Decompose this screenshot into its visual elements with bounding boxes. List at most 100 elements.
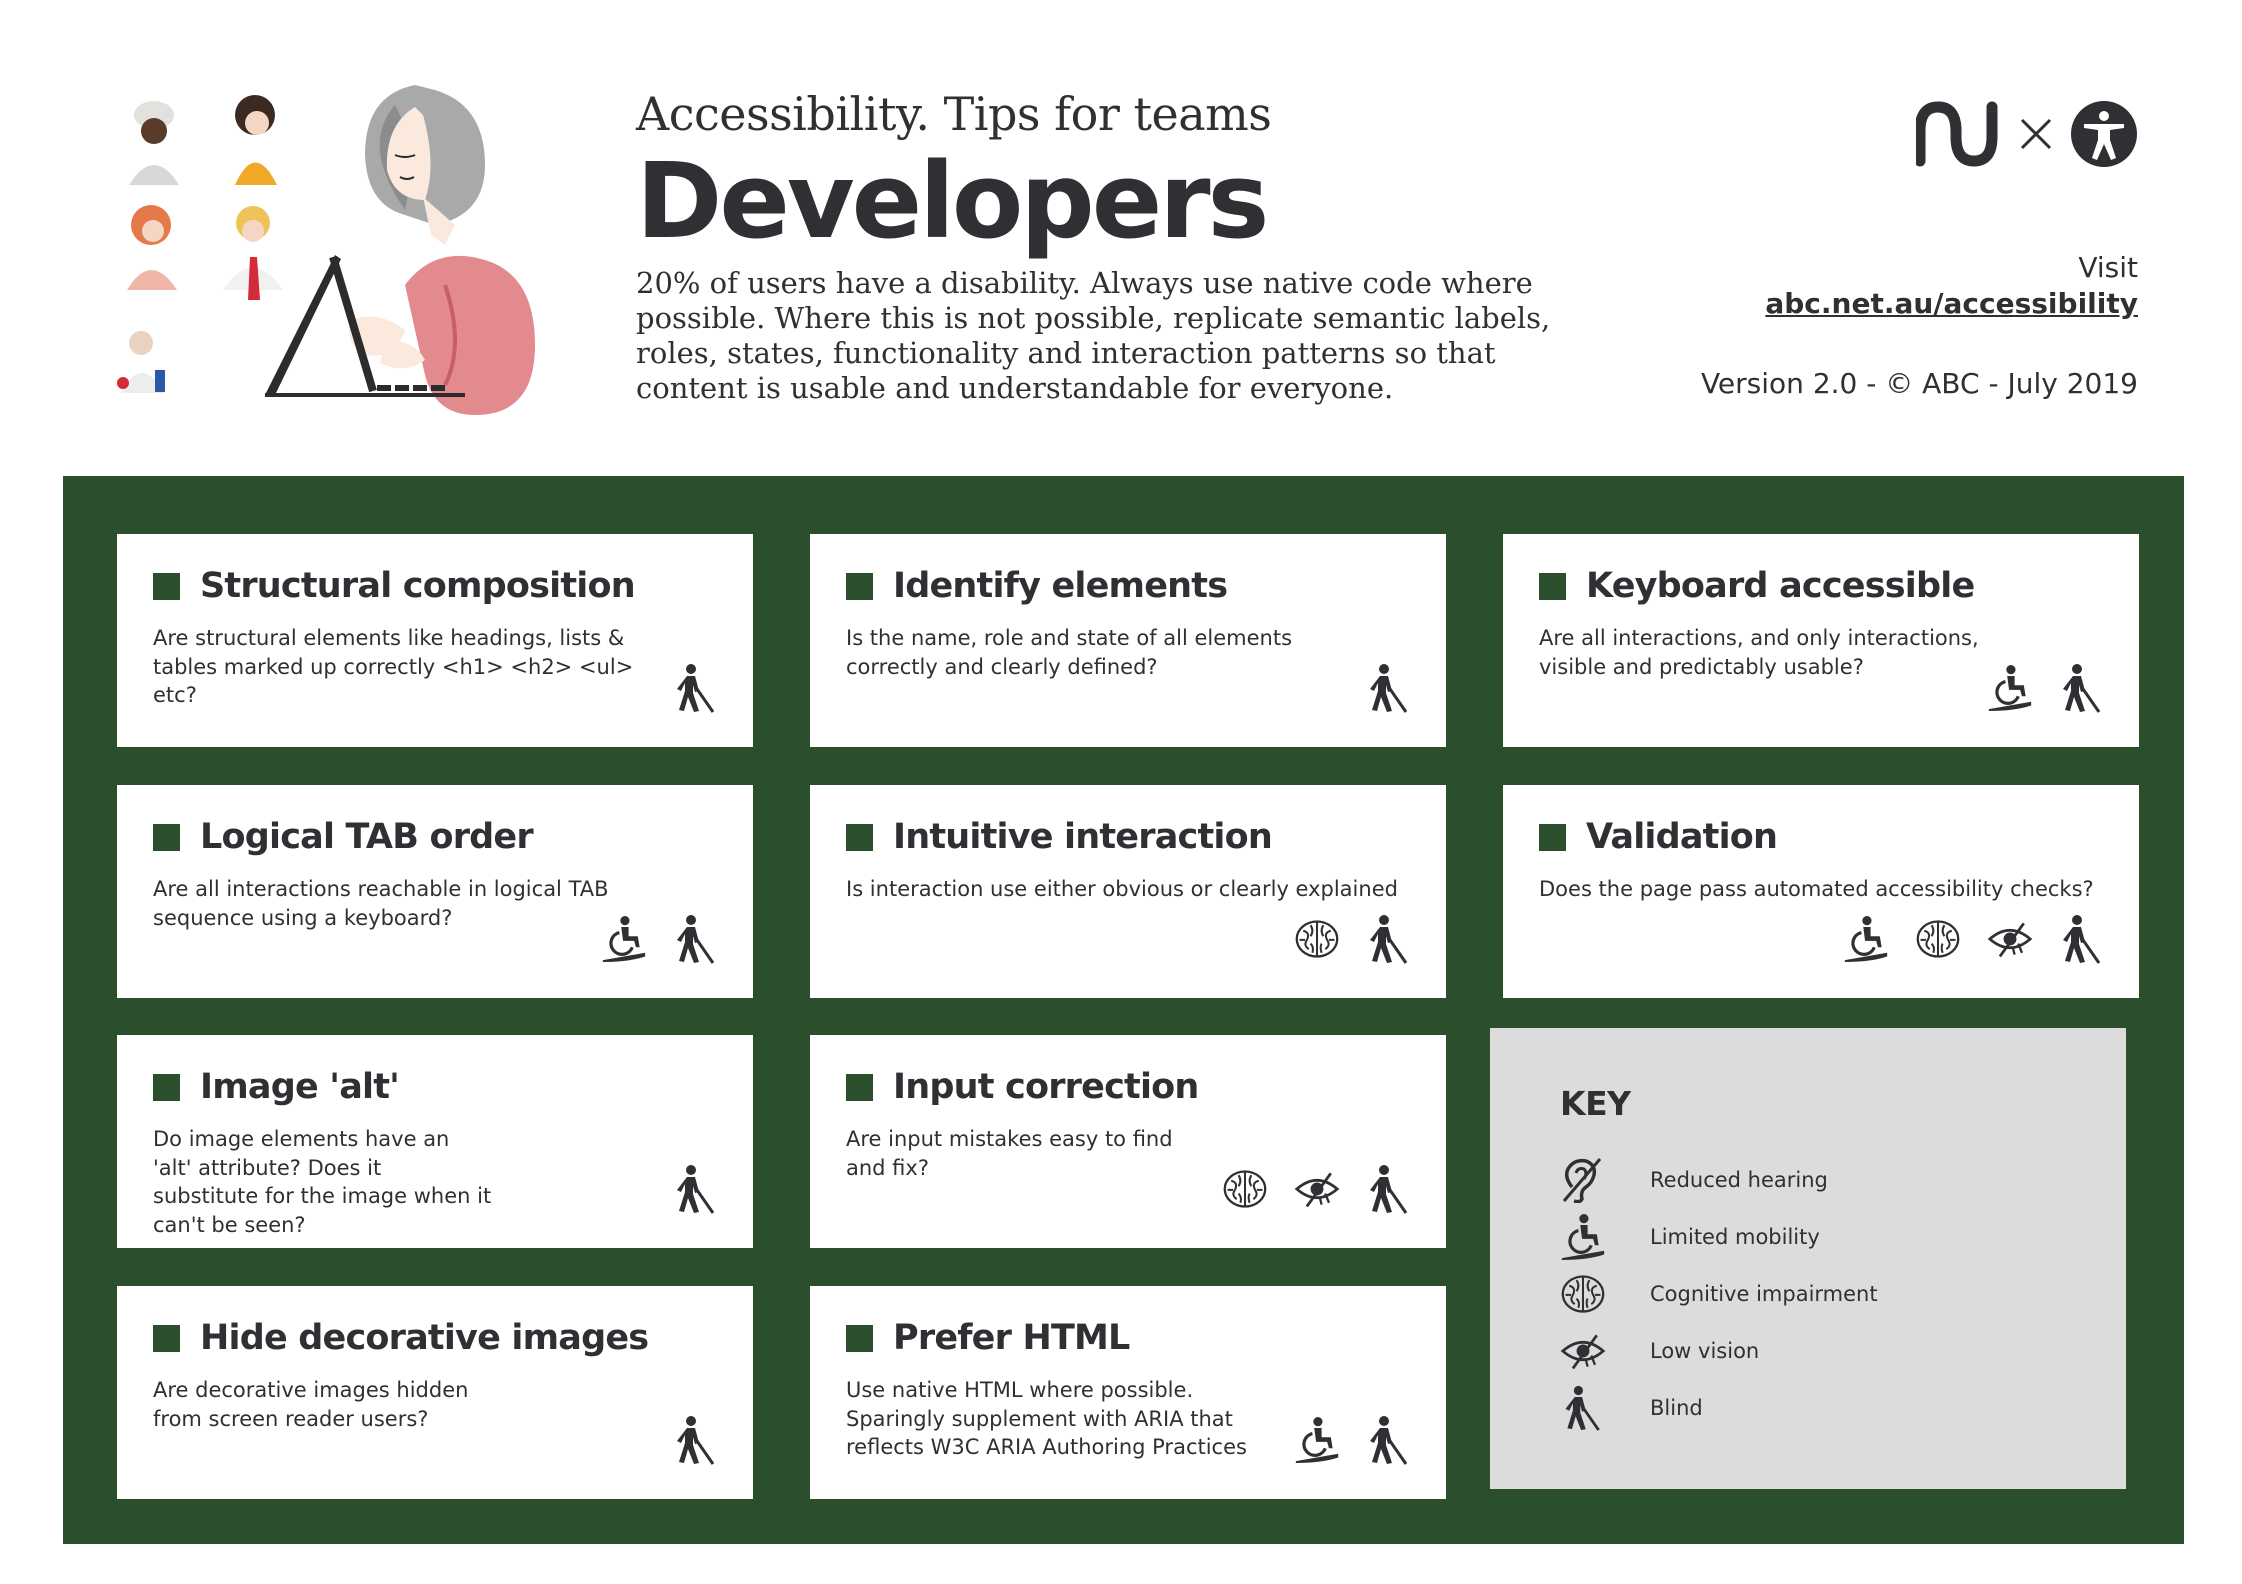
developers-illustration bbox=[117, 85, 535, 415]
bullet-square-icon bbox=[846, 572, 873, 600]
low-vision-icon bbox=[1987, 914, 2033, 964]
key-item-label: Reduced hearing bbox=[1650, 1167, 1828, 1192]
key-item-reduced-hearing: Reduced hearing bbox=[1560, 1151, 2056, 1208]
tip-card-description: Does the page pass automated accessibili… bbox=[1539, 877, 2094, 901]
tip-card-header: Logical TAB order bbox=[153, 815, 717, 859]
tip-card-header: Hide decorative images bbox=[153, 1316, 717, 1360]
key-item-label: Blind bbox=[1650, 1395, 1703, 1420]
cognitive-impairment-icon bbox=[1915, 914, 1961, 964]
limited-mobility-icon bbox=[1560, 1213, 1650, 1260]
bullet-square-icon bbox=[153, 1073, 180, 1101]
tip-card-validation: Validation Does the page pass automated a… bbox=[1503, 785, 2139, 998]
cognitive-impairment-icon bbox=[1560, 1271, 1650, 1317]
tip-card-description: Are decorative images hidden from screen… bbox=[153, 1378, 469, 1431]
blind-icon bbox=[2059, 663, 2105, 713]
key-item-blind: Blind bbox=[1560, 1379, 2056, 1436]
avatar-turban-icon bbox=[129, 101, 179, 185]
avatar-elder-icon bbox=[117, 331, 165, 393]
limited-mobility-icon bbox=[601, 914, 647, 964]
tip-card-header: Image 'alt' bbox=[153, 1065, 717, 1109]
key-item-label: Low vision bbox=[1650, 1338, 1760, 1363]
limited-mobility-icon bbox=[1294, 1415, 1340, 1465]
abc-logo-icon bbox=[1916, 101, 1998, 167]
bullet-square-icon bbox=[846, 1324, 873, 1352]
tip-card-hide-decorative-images: Hide decorative images Are decorative ima… bbox=[117, 1286, 753, 1499]
developer-figure-icon bbox=[349, 85, 535, 415]
tip-card-keyboard-accessible: Keyboard accessible Are all interactions,… bbox=[1503, 534, 2139, 747]
visit-label: Visit bbox=[2078, 251, 2138, 284]
tip-card-header: Input correction bbox=[846, 1065, 1410, 1109]
tip-card-structural-composition: Structural composition Are structural ele… bbox=[117, 534, 753, 747]
low-vision-icon bbox=[1560, 1328, 1650, 1374]
tip-card-title: Logical TAB order bbox=[200, 817, 534, 857]
avatar-man-icon bbox=[223, 206, 283, 300]
tip-card-header: Prefer HTML bbox=[846, 1316, 1410, 1360]
key-panel: KEY Reduced hearing Limited mobility Cogni… bbox=[1490, 1028, 2126, 1489]
low-vision-icon bbox=[1294, 1164, 1340, 1214]
limited-mobility-icon bbox=[1843, 914, 1889, 964]
blind-icon bbox=[1366, 663, 1412, 713]
bullet-square-icon bbox=[846, 823, 873, 851]
tip-card-title: Keyboard accessible bbox=[1586, 566, 1975, 606]
key-item-label: Cognitive impairment bbox=[1650, 1281, 1878, 1306]
tip-card-icons bbox=[601, 914, 719, 964]
tip-card-title: Identify elements bbox=[893, 566, 1228, 606]
tip-card-icons bbox=[673, 1415, 719, 1465]
tip-card-title: Intuitive interaction bbox=[893, 817, 1273, 857]
header-titles: Accessibility. Tips for teams Developers… bbox=[636, 86, 1636, 406]
visit-block: Visit abc.net.au/accessibility bbox=[1765, 250, 2138, 322]
tip-card-logical-tab-order: Logical TAB order Are all interactions re… bbox=[117, 785, 753, 998]
tip-card-description: Are all interactions reachable in logica… bbox=[153, 877, 609, 930]
tip-card-title: Input correction bbox=[893, 1067, 1199, 1107]
tip-card-description: Is the name, role and state of all eleme… bbox=[846, 626, 1293, 679]
tip-card-header: Intuitive interaction bbox=[846, 815, 1410, 859]
tip-card-description: Do image elements have an 'alt' attribut… bbox=[153, 1127, 492, 1237]
bullet-square-icon bbox=[1539, 823, 1566, 851]
key-item-low-vision: Low vision bbox=[1560, 1322, 2056, 1379]
bullet-square-icon bbox=[153, 572, 180, 600]
bullet-square-icon bbox=[153, 1324, 180, 1352]
accessibility-icon bbox=[2071, 101, 2137, 167]
bullet-square-icon bbox=[846, 1073, 873, 1101]
page-title: Developers bbox=[636, 140, 1269, 262]
blind-icon bbox=[1366, 914, 1412, 964]
tip-card-icons bbox=[1294, 1415, 1412, 1465]
bullet-square-icon bbox=[153, 823, 180, 851]
version-text: Version 2.0 - © ABC - July 2019 bbox=[1700, 367, 2138, 400]
bullet-square-icon bbox=[1539, 572, 1566, 600]
tip-card-header: Keyboard accessible bbox=[1539, 564, 2103, 608]
tip-card-title: Prefer HTML bbox=[893, 1318, 1130, 1358]
tip-card-title: Image 'alt' bbox=[200, 1067, 400, 1107]
tip-card-icons bbox=[673, 1164, 719, 1214]
avatar-woman-icon bbox=[235, 95, 277, 185]
blind-icon bbox=[673, 914, 719, 964]
blind-icon bbox=[1560, 1385, 1650, 1431]
intro-text: 20% of users have a disability. Always u… bbox=[636, 266, 1551, 405]
logo-group bbox=[1916, 100, 2138, 168]
tip-card-icons bbox=[673, 663, 719, 713]
limited-mobility-icon bbox=[1987, 663, 2033, 713]
key-list: Reduced hearing Limited mobility Cognitive… bbox=[1560, 1151, 2056, 1436]
tip-card-header: Identify elements bbox=[846, 564, 1410, 608]
blind-icon bbox=[1366, 1415, 1412, 1465]
key-title: KEY bbox=[1560, 1084, 1631, 1123]
tip-card-icons bbox=[1294, 914, 1412, 964]
blind-icon bbox=[673, 1164, 719, 1214]
blind-icon bbox=[673, 1415, 719, 1465]
tip-card-icons bbox=[1366, 663, 1412, 713]
key-item-cognitive-impairment: Cognitive impairment bbox=[1560, 1265, 2056, 1322]
key-item-label: Limited mobility bbox=[1650, 1224, 1820, 1249]
tip-card-description: Are structural elements like headings, l… bbox=[153, 626, 634, 707]
tip-card-description: Are all interactions, and only interacti… bbox=[1539, 626, 1979, 679]
reduced-hearing-icon bbox=[1560, 1157, 1650, 1203]
tip-card-icons bbox=[1987, 663, 2105, 713]
tip-card-description: Use native HTML where possible. Sparingl… bbox=[846, 1378, 1247, 1459]
tip-card-intuitive-interaction: Intuitive interaction Is interaction use … bbox=[810, 785, 1446, 998]
cognitive-impairment-icon bbox=[1222, 1164, 1268, 1214]
accessibility-link[interactable]: abc.net.au/accessibility bbox=[1765, 287, 2138, 320]
tip-card-input-correction: Input correction Are input mistakes easy … bbox=[810, 1035, 1446, 1248]
times-icon bbox=[2020, 118, 2052, 150]
blind-icon bbox=[1366, 1164, 1412, 1214]
tip-card-identify-elements: Identify elements Is the name, role and s… bbox=[810, 534, 1446, 747]
cognitive-impairment-icon bbox=[1294, 914, 1340, 964]
